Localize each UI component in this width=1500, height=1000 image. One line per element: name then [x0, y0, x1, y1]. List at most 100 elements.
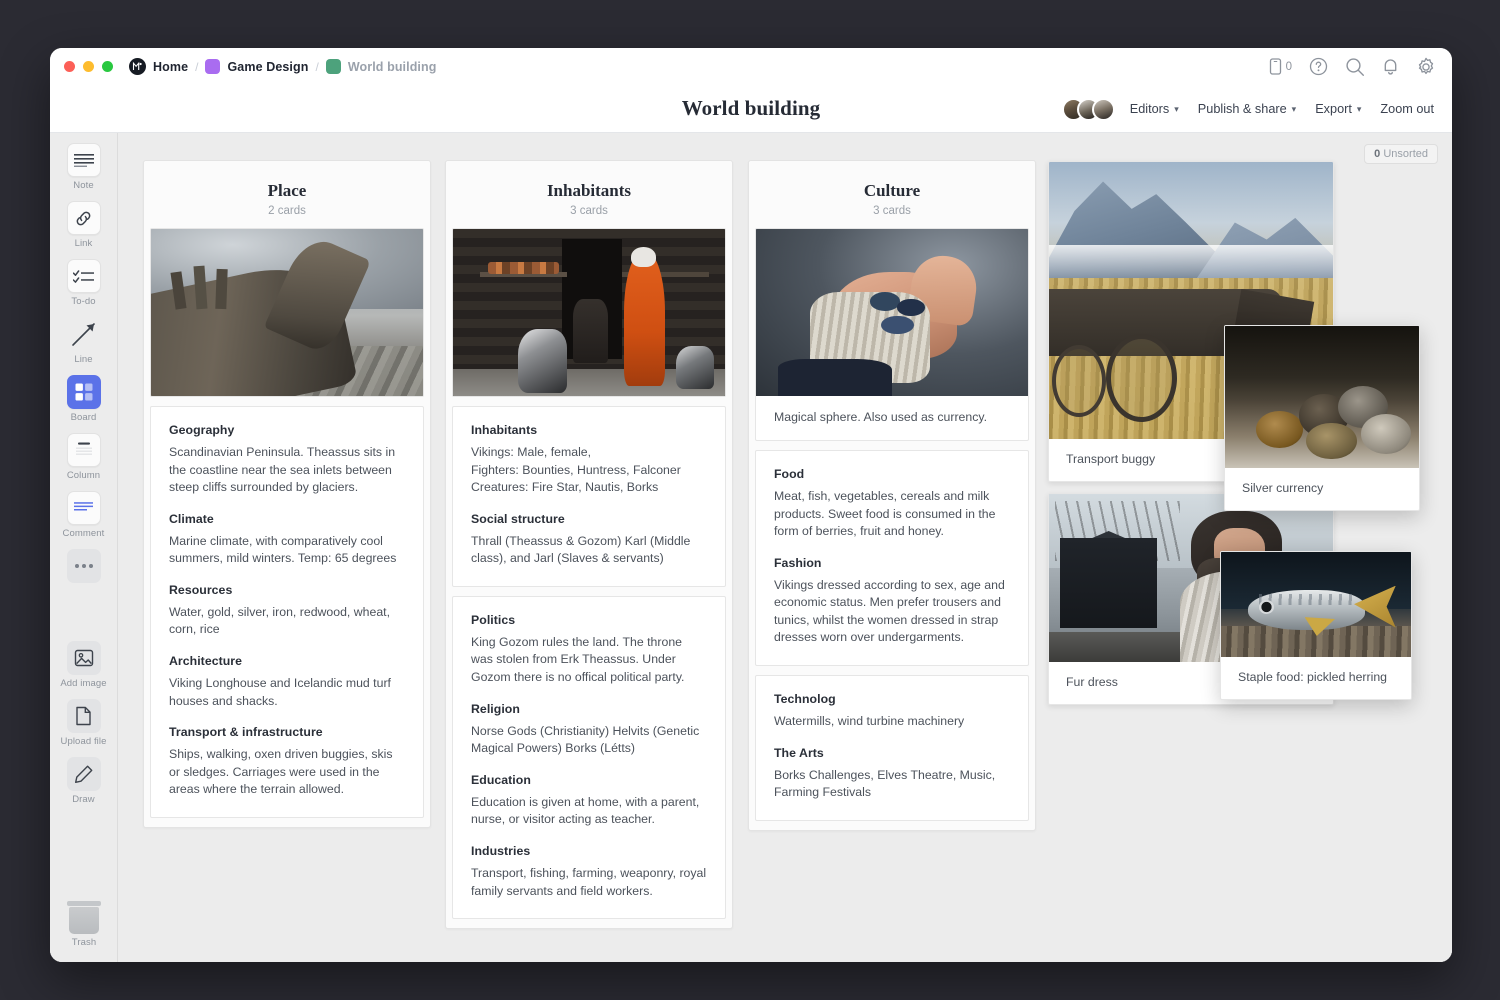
unsorted-count: 0 [1374, 148, 1380, 160]
herring-fish-photo [1221, 552, 1411, 657]
sidebar-label-upload-file: Upload file [61, 736, 107, 747]
chevron-down-icon: ▾ [1357, 104, 1362, 115]
export-button[interactable]: Export ▾ [1315, 102, 1361, 116]
sidebar-item-link[interactable]: Link [50, 201, 117, 249]
zoom-out-label: Zoom out [1380, 102, 1434, 116]
line-arrow-icon [67, 317, 101, 351]
field-heading: Architecture [169, 654, 405, 668]
sidebar-item-column[interactable]: Column [50, 433, 117, 481]
milanote-logo-icon [129, 58, 146, 75]
column-culture[interactable]: Culture 3 cards Magical sphere. Also use… [748, 160, 1036, 831]
sidebar-label-board: Board [71, 412, 97, 423]
chevron-down-icon: ▾ [1174, 104, 1179, 115]
page-title: World building [682, 96, 821, 121]
add-image-icon [67, 641, 101, 675]
field-heading: Inhabitants [471, 423, 707, 437]
card-culture-technology-arts[interactable]: Technolog Watermills, wind turbine machi… [755, 675, 1029, 821]
titlebar-icon-group: 0 [1269, 48, 1436, 85]
field-text: King Gozom rules the land. The throne wa… [471, 634, 707, 687]
field-heading: Religion [471, 702, 707, 716]
card-culture-image[interactable]: Magical sphere. Also used as currency. [755, 228, 1029, 441]
sidebar-label-note: Note [73, 180, 93, 191]
unsorted-badge[interactable]: 0 Unsorted [1364, 144, 1438, 164]
link-icon [67, 201, 101, 235]
unsorted-label: Unsorted [1383, 148, 1428, 160]
maximize-window-button[interactable] [102, 61, 113, 72]
help-icon[interactable] [1309, 57, 1328, 76]
publish-share-button[interactable]: Publish & share ▾ [1198, 102, 1296, 116]
silver-coins-photo [1225, 326, 1419, 468]
floating-card-silver-currency[interactable]: Silver currency [1224, 325, 1420, 511]
editors-button[interactable]: Editors ▾ [1130, 102, 1179, 116]
sidebar-item-note[interactable]: Note [50, 143, 117, 191]
floating-card-pickled-herring[interactable]: Staple food: pickled herring [1220, 551, 1412, 700]
field-heading: Education [471, 773, 707, 787]
zoom-out-button[interactable]: Zoom out [1380, 102, 1434, 116]
card-inhabitants-politics[interactable]: Politics King Gozom rules the land. The … [452, 596, 726, 919]
sidebar-item-comment[interactable]: Comment [50, 491, 117, 539]
board-icon [67, 375, 101, 409]
card-caption: Magical sphere. Also used as currency. [756, 396, 1028, 440]
desktop-background: Home / Game Design / World building 0 [0, 0, 1500, 1000]
field-heading: Geography [169, 423, 405, 437]
card-inhabitants-details[interactable]: Inhabitants Vikings: Male, female, Fight… [452, 406, 726, 587]
breadcrumb: Home / Game Design / World building [129, 58, 436, 75]
field-text: Marine climate, with comparatively cool … [169, 533, 405, 568]
card-inhabitants-image[interactable] [452, 228, 726, 397]
field-text: Meat, fish, vegetables, cereals and milk… [774, 488, 1010, 541]
column-title: Inhabitants [452, 181, 726, 201]
settings-icon[interactable] [1416, 57, 1436, 77]
column-card-count: 2 cards [150, 205, 424, 217]
export-label: Export [1315, 102, 1352, 116]
close-window-button[interactable] [64, 61, 75, 72]
column-place[interactable]: Place 2 cards Geography Scandinavian Pen… [143, 160, 431, 828]
minimize-window-button[interactable] [83, 61, 94, 72]
sidebar-item-upload-file[interactable]: Upload file [50, 699, 117, 747]
window-titlebar: Home / Game Design / World building 0 [50, 48, 1452, 85]
sidebar-item-board[interactable]: Board [50, 375, 117, 423]
editor-avatars[interactable] [1062, 98, 1115, 121]
mobile-icon[interactable]: 0 [1269, 58, 1292, 75]
breadcrumb-label-home: Home [153, 60, 188, 74]
column-icon [67, 433, 101, 467]
field-heading: Politics [471, 613, 707, 627]
avatar [1092, 98, 1115, 121]
card-place-details[interactable]: Geography Scandinavian Peninsula. Theass… [150, 406, 424, 818]
field-heading: The Arts [774, 746, 1010, 760]
board-swatch-icon [326, 59, 341, 74]
breadcrumb-label-world-building: World building [348, 60, 437, 74]
breadcrumb-separator: / [315, 60, 318, 74]
window-body: Note Link To-do [50, 133, 1452, 962]
app-window: Home / Game Design / World building 0 [50, 48, 1452, 962]
sidebar-item-trash[interactable]: Trash [50, 901, 118, 948]
more-icon [67, 549, 101, 583]
field-text: Vikings dressed according to sex, age an… [774, 577, 1010, 647]
breadcrumb-label-game-design: Game Design [227, 60, 308, 74]
field-text: Water, gold, silver, iron, redwood, whea… [169, 604, 405, 639]
sidebar-label-column: Column [67, 470, 100, 481]
sidebar-label-draw: Draw [72, 794, 95, 805]
tool-sidebar: Note Link To-do [50, 133, 118, 962]
column-inhabitants[interactable]: Inhabitants 3 cards Inhabitants Vikings:… [445, 160, 733, 929]
document-header: World building Editors ▾ Publish & share… [50, 85, 1452, 133]
sidebar-item-draw[interactable]: Draw [50, 757, 117, 805]
mobile-count: 0 [1286, 61, 1292, 73]
chevron-down-icon: ▾ [1292, 104, 1297, 115]
field-text: Norse Gods (Christianity) Helvits (Genet… [471, 723, 707, 758]
breadcrumb-item-game-design[interactable]: Game Design [205, 59, 308, 74]
sidebar-item-add-image[interactable]: Add image [50, 641, 117, 689]
board-canvas[interactable]: 0 Unsorted Place 2 cards [118, 133, 1452, 962]
breadcrumb-item-home[interactable]: Home [129, 58, 188, 75]
breadcrumb-item-world-building[interactable]: World building [326, 59, 437, 74]
gloved-hand-stones-photo [756, 229, 1028, 396]
sidebar-item-todo[interactable]: To-do [50, 259, 117, 307]
sidebar-item-more[interactable] [50, 549, 117, 583]
sidebar-label-todo: To-do [71, 296, 95, 307]
field-heading: Social structure [471, 512, 707, 526]
card-culture-food-fashion[interactable]: Food Meat, fish, vegetables, cereals and… [755, 450, 1029, 666]
sidebar-item-line[interactable]: Line [50, 317, 117, 365]
card-place-image[interactable] [150, 228, 424, 397]
search-icon[interactable] [1345, 57, 1365, 77]
field-text: Education is given at home, with a paren… [471, 794, 707, 829]
notifications-icon[interactable] [1382, 57, 1399, 76]
